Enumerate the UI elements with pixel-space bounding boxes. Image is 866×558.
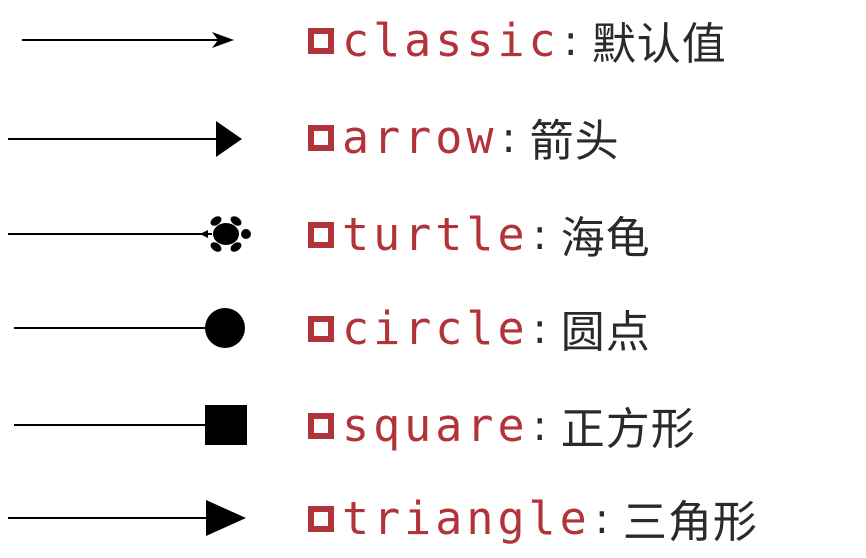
separator: : <box>532 209 547 259</box>
circle-line-sample <box>14 308 245 348</box>
style-description: 海龟 <box>560 213 651 264</box>
checkbox-icon <box>308 125 334 151</box>
triangle-line-sample <box>8 500 246 536</box>
legend-label: triangle : 三角形 <box>308 478 758 558</box>
checkbox-icon <box>308 222 334 248</box>
style-code: classic <box>342 13 560 67</box>
legend-label: arrow : 箭头 <box>308 97 620 177</box>
style-code: turtle <box>342 207 529 261</box>
separator: : <box>563 15 578 65</box>
filled-arrowhead-icon <box>216 121 242 157</box>
legend-row-triangle: triangle : 三角形 <box>0 478 866 558</box>
checkbox-icon <box>308 28 334 54</box>
style-description: 正方形 <box>560 404 696 455</box>
separator: : <box>532 400 547 450</box>
checkbox-icon <box>308 316 334 342</box>
style-code: circle <box>342 301 529 355</box>
arrowhead-style-legend: { "items": [ {"code": "classic", "colon"… <box>0 0 866 554</box>
classic-line-sample <box>22 32 234 48</box>
style-code: square <box>342 398 529 452</box>
separator: : <box>594 493 609 543</box>
arrow-line-sample <box>8 121 242 157</box>
legend-label: square : 正方形 <box>308 385 696 465</box>
legend-row-square: square : 正方形 <box>0 385 866 465</box>
legend-row-circle: circle : 圆点 <box>0 288 866 368</box>
style-description: 默认值 <box>591 19 727 70</box>
square-line-sample <box>14 405 247 445</box>
style-code: arrow <box>342 110 498 164</box>
legend-label: turtle : 海龟 <box>308 194 651 274</box>
square-icon <box>205 405 247 445</box>
circle-icon <box>205 308 245 348</box>
triangle-icon <box>206 500 246 536</box>
separator: : <box>501 112 516 162</box>
legend-label: circle : 圆点 <box>308 288 651 368</box>
turtle-icon <box>200 216 251 252</box>
style-description: 三角形 <box>622 497 758 548</box>
style-code: triangle <box>342 491 591 545</box>
checkbox-icon <box>308 413 334 439</box>
legend-label: classic : 默认值 <box>308 0 727 80</box>
separator: : <box>532 303 547 353</box>
legend-row-turtle: turtle : 海龟 <box>0 194 866 274</box>
checkbox-icon <box>308 506 334 532</box>
style-description: 箭头 <box>529 116 620 167</box>
turtle-line-sample <box>8 216 251 252</box>
legend-row-classic: classic : 默认值 <box>0 0 866 80</box>
style-description: 圆点 <box>560 307 651 358</box>
legend-row-arrow: arrow : 箭头 <box>0 97 866 177</box>
